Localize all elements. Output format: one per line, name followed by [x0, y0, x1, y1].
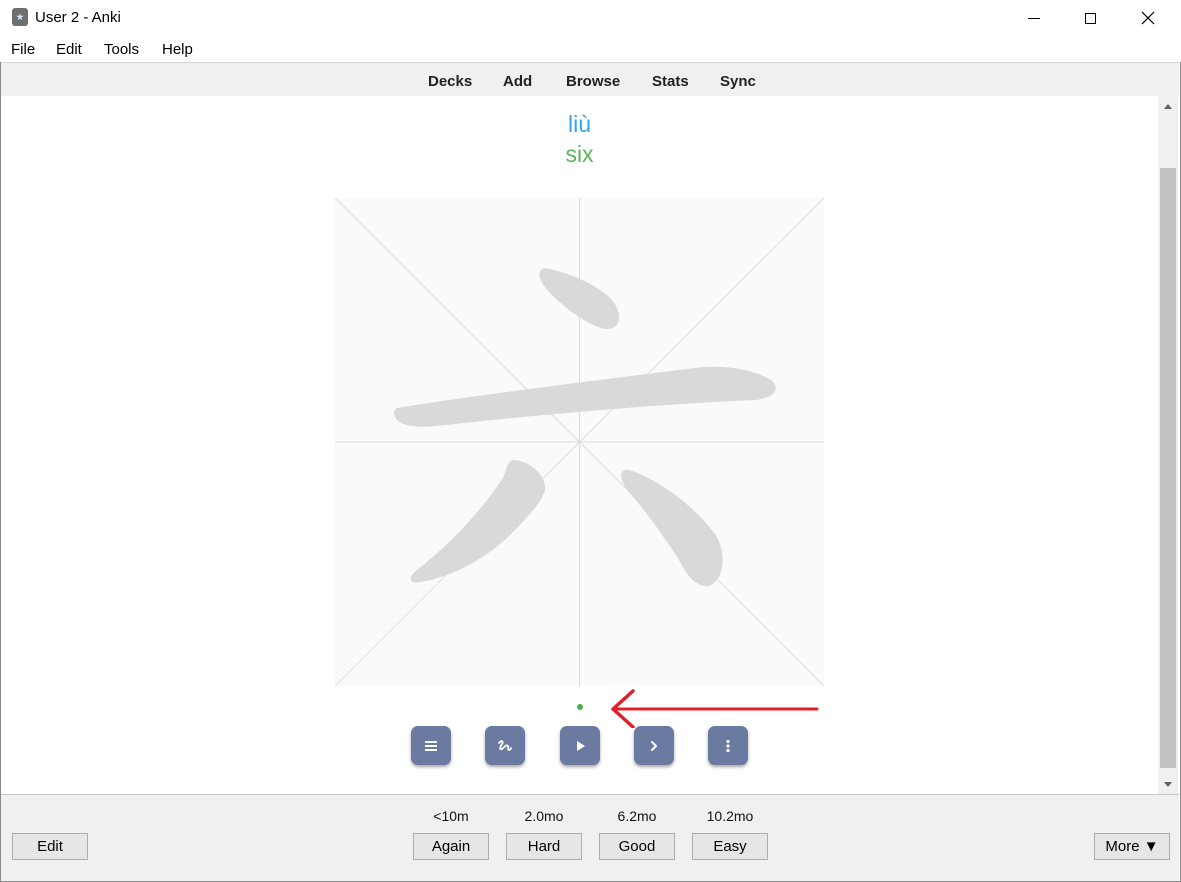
play-button[interactable] — [560, 726, 600, 765]
interval-good: 6.2mo — [617, 808, 657, 824]
hanzi-writer-canvas[interactable] — [335, 198, 824, 686]
stroke-progress-dot — [577, 704, 583, 710]
next-icon — [651, 740, 657, 751]
more-options-button[interactable] — [708, 726, 748, 765]
card-pinyin: liù — [567, 111, 591, 137]
guide-grid — [335, 198, 824, 686]
menu-bar: File Edit Tools Help — [0, 36, 1181, 62]
close-icon — [1141, 11, 1155, 25]
scrollbar-thumb[interactable] — [1160, 168, 1176, 768]
menu-file[interactable]: File — [11, 41, 35, 58]
minimize-button[interactable] — [1006, 0, 1062, 36]
title-bar: User 2 - Anki — [0, 0, 1181, 36]
draw-icon — [498, 739, 512, 751]
interval-easy: 10.2mo — [706, 808, 754, 824]
more-vert-icon — [726, 739, 730, 752]
card-meaning: six — [565, 141, 594, 167]
draw-button[interactable] — [485, 726, 525, 765]
edit-button[interactable]: Edit — [12, 833, 88, 860]
card-view: liù six — [1, 96, 1158, 794]
scroll-up-button[interactable] — [1158, 96, 1178, 116]
window-title: User 2 - Anki — [35, 9, 121, 26]
good-button[interactable]: Good — [599, 833, 675, 860]
main-toolbar: Decks Add Browse Stats Sync — [1, 62, 1179, 97]
vertical-scrollbar[interactable] — [1158, 96, 1178, 794]
annotation-arrow — [611, 689, 819, 728]
toolbar-add[interactable]: Add — [503, 73, 532, 90]
more-button[interactable]: More ▼ — [1094, 833, 1170, 860]
maximize-icon — [1084, 12, 1096, 24]
toolbar-decks[interactable]: Decks — [428, 73, 472, 90]
menu-button[interactable] — [411, 726, 451, 765]
scroll-down-arrow-icon — [1164, 781, 1172, 787]
answer-bar: Edit <10m 2.0mo 6.2mo 10.2mo Again Hard … — [1, 794, 1179, 881]
minimize-icon — [1028, 17, 1040, 19]
maximize-button[interactable] — [1062, 0, 1118, 36]
toolbar-stats[interactable]: Stats — [652, 73, 689, 90]
toolbar-browse[interactable]: Browse — [566, 73, 620, 90]
interval-hard: 2.0mo — [524, 808, 564, 824]
easy-button[interactable]: Easy — [692, 833, 768, 860]
scroll-down-button[interactable] — [1158, 774, 1178, 794]
anki-app-icon — [12, 8, 28, 26]
again-button[interactable]: Again — [413, 833, 489, 860]
close-button[interactable] — [1120, 0, 1176, 36]
scroll-up-arrow-icon — [1164, 103, 1172, 109]
next-button[interactable] — [634, 726, 674, 765]
play-icon — [577, 740, 585, 751]
interval-again: <10m — [433, 808, 469, 824]
menu-icon — [425, 740, 437, 751]
toolbar-sync[interactable]: Sync — [720, 73, 756, 90]
hard-button[interactable]: Hard — [506, 833, 582, 860]
menu-help[interactable]: Help — [162, 41, 193, 58]
menu-edit[interactable]: Edit — [56, 41, 82, 58]
menu-tools[interactable]: Tools — [104, 41, 139, 58]
